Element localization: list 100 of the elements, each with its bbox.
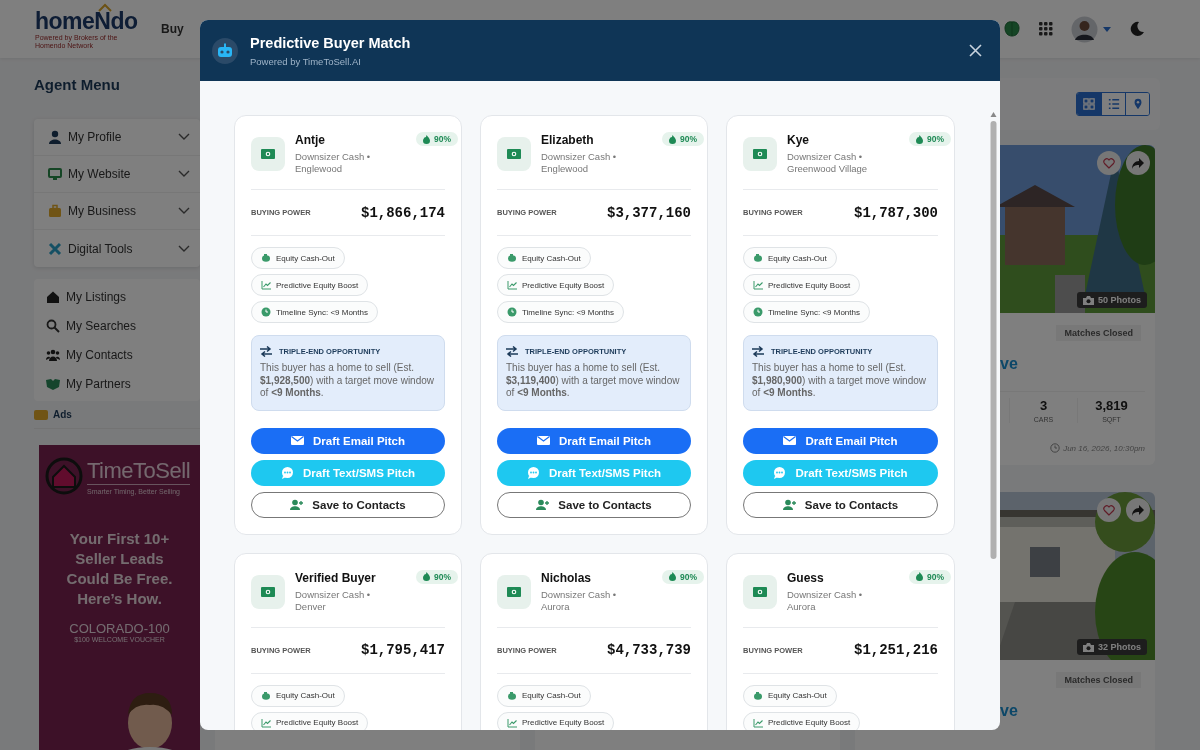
match-score-badge: 90% xyxy=(416,569,458,584)
feature-tag: Equity Cash-Out xyxy=(497,684,591,707)
share-icon xyxy=(1132,504,1144,516)
chart-icon xyxy=(261,717,271,728)
match-score-badge: 90% xyxy=(662,569,704,584)
list-icon xyxy=(1107,98,1120,110)
buyer-details-text: Downsizer Cash • Greenwood Village xyxy=(787,151,869,175)
email-pitch-button[interactable]: Draft Email Pitch xyxy=(497,427,691,454)
match-score-badge: 90% xyxy=(909,132,951,146)
clock-icon xyxy=(753,307,763,317)
cash-icon xyxy=(261,586,275,597)
chart-icon xyxy=(753,717,763,728)
cash-icon xyxy=(261,149,275,159)
buyer-name: Verified Buyer xyxy=(295,570,377,585)
view-toggle-button[interactable] xyxy=(1125,93,1149,115)
feature-tag: Predictive Equity Boost xyxy=(251,711,369,730)
swap-icon xyxy=(752,346,764,357)
buyer-name: Guess xyxy=(787,570,825,585)
piggy-bank-icon xyxy=(261,690,271,701)
buying-power-amount: $1,795,417 xyxy=(361,642,445,658)
piggy-bank-icon xyxy=(507,253,517,263)
piggy-bank-icon xyxy=(753,253,763,263)
briefcase-icon xyxy=(48,204,62,218)
feature-tag: Predictive Equity Boost xyxy=(497,274,615,296)
heart-icon xyxy=(1103,504,1115,516)
close-icon xyxy=(969,44,982,57)
status-tag: Matches Closed xyxy=(1056,672,1141,688)
swap-icon xyxy=(506,346,518,357)
cash-icon xyxy=(753,586,767,597)
camera-icon xyxy=(1083,642,1094,652)
envelope-icon xyxy=(783,434,797,447)
buyer-details-text: Downsizer Cash • Denver xyxy=(295,588,372,613)
stat-value: 3 xyxy=(1038,398,1049,413)
search-icon xyxy=(46,318,60,333)
photo-count-badge[interactable]: 32 Photos xyxy=(1077,639,1147,655)
camera-icon xyxy=(1083,295,1094,305)
envelope-icon xyxy=(537,434,550,447)
flame-icon xyxy=(669,134,676,144)
people-icon xyxy=(46,347,60,362)
avatar-icon[interactable] xyxy=(1071,15,1098,43)
handshake-icon xyxy=(46,376,60,391)
match-score-badge: 90% xyxy=(416,132,458,146)
clock-icon xyxy=(507,307,517,317)
buying-power-amount: $3,377,160 xyxy=(607,204,691,221)
flame-icon xyxy=(423,572,430,581)
section-label: Ads xyxy=(53,409,72,420)
buyer-details-text: Downsizer Cash • Englewood xyxy=(541,151,618,175)
menu-item[interactable]: Digital Tools xyxy=(34,230,200,267)
brain-icon[interactable] xyxy=(1003,20,1021,38)
ticket-icon xyxy=(34,409,48,420)
close-button[interactable] xyxy=(967,42,984,59)
logo[interactable]: homeNdo xyxy=(35,8,138,33)
buying-power-amount: $4,733,739 xyxy=(607,642,691,658)
save-contact-button[interactable]: Save to Contacts xyxy=(497,491,691,518)
cash-icon xyxy=(507,149,521,159)
sidebar-link[interactable]: My Searches xyxy=(34,311,200,340)
sidebar-link[interactable]: My Listings xyxy=(34,282,200,311)
tools-icon xyxy=(48,241,62,256)
feature-tag: Predictive Equity Boost xyxy=(743,274,861,296)
buyer-name: Elizabeth xyxy=(541,133,595,147)
view-toggle-button[interactable] xyxy=(1077,93,1101,115)
piggy-bank-icon xyxy=(507,690,517,701)
opportunity-text: This buyer has a home to sell (Est. $3,119,400) with a target move window of <9 Months. xyxy=(506,362,681,400)
opportunity-text: This buyer has a home to sell (Est. $1,928,500) with a target move window of <9 Months. xyxy=(260,362,435,400)
feature-tag: Equity Cash-Out xyxy=(743,247,837,269)
chat-icon xyxy=(526,466,540,479)
chart-icon xyxy=(261,280,271,290)
cash-icon xyxy=(507,586,521,597)
apps-icon[interactable] xyxy=(1039,22,1053,36)
buyer-name: Antje xyxy=(295,133,326,147)
flame-icon xyxy=(916,572,923,581)
save-contact-button[interactable]: Save to Contacts xyxy=(743,491,938,518)
feature-tag: Predictive Equity Boost xyxy=(743,711,861,730)
photo-count-badge[interactable]: 50 Photos xyxy=(1077,292,1147,308)
house-logo-icon xyxy=(45,457,83,495)
cash-icon xyxy=(753,149,767,159)
sidebar-link[interactable]: My Contacts xyxy=(34,340,200,369)
nav-link[interactable]: Buy xyxy=(161,22,184,36)
buyer-details-text: Downsizer Cash • Aurora xyxy=(541,588,618,613)
match-score-badge: 90% xyxy=(909,569,951,584)
caret-icon[interactable] xyxy=(1103,26,1111,32)
stat-value: 3,819 xyxy=(1094,398,1129,413)
modal-subtitle: Powered by TimeToSell.AI xyxy=(250,55,362,67)
modal-title: Predictive Buyer Match xyxy=(250,34,411,51)
user-plus-icon xyxy=(782,498,796,511)
feature-tag: Timeline Sync: <9 Months xyxy=(251,301,378,323)
piggy-bank-icon xyxy=(753,690,763,701)
user-plus-icon xyxy=(536,498,550,511)
buyer-name: Nicholas xyxy=(541,570,592,585)
robot-icon xyxy=(212,37,238,64)
moon-icon[interactable] xyxy=(1129,21,1145,37)
match-score-badge: 90% xyxy=(662,132,704,146)
feature-tag: Predictive Equity Boost xyxy=(251,274,369,296)
save-contact-button[interactable]: Save to Contacts xyxy=(251,491,445,518)
email-pitch-button[interactable]: Draft Email Pitch xyxy=(743,427,938,454)
flame-icon xyxy=(423,134,430,144)
feature-tag: Equity Cash-Out xyxy=(251,247,345,269)
sidebar-link[interactable]: My Partners xyxy=(34,369,200,398)
email-pitch-button[interactable]: Draft Email Pitch xyxy=(251,427,445,454)
roof-icon xyxy=(98,2,112,12)
